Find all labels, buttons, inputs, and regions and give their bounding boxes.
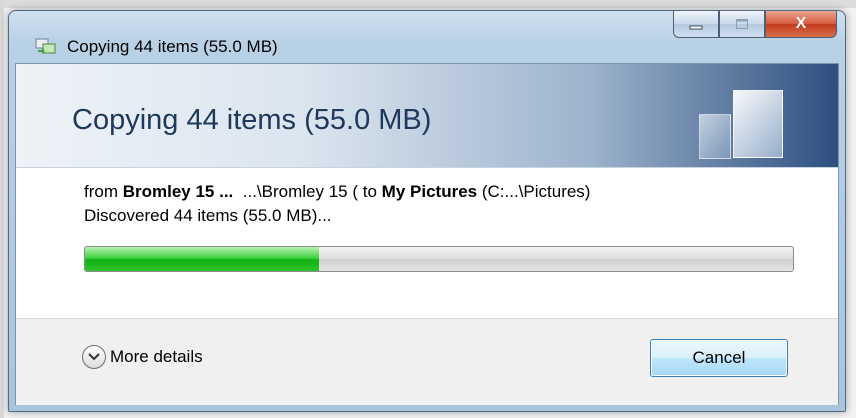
minimize-button[interactable]	[673, 11, 719, 38]
destination-path: (C:...\Pictures)	[481, 182, 591, 201]
source-name-link[interactable]: Bromley 15 ...	[123, 182, 234, 201]
progress-bar-fill	[85, 247, 319, 271]
close-icon: X	[795, 15, 807, 32]
close-button[interactable]: X	[765, 11, 837, 38]
to-word: to	[362, 182, 377, 201]
chevron-down-icon	[82, 345, 106, 369]
caption-buttons: X	[673, 11, 837, 39]
more-details-toggle[interactable]: More details	[82, 345, 203, 369]
minimize-icon	[689, 15, 703, 34]
dialog-client-area: Copying 44 items (55.0 MB) from Bromley …	[15, 63, 839, 405]
decorative-pane-small	[699, 114, 731, 159]
header-banner: Copying 44 items (55.0 MB)	[16, 64, 838, 168]
from-word: from	[84, 182, 118, 201]
destination-name-link[interactable]: My Pictures	[382, 182, 477, 201]
cancel-button[interactable]: Cancel	[650, 339, 788, 377]
maximize-icon	[735, 15, 749, 34]
maximize-button[interactable]	[719, 11, 765, 38]
source-path: ...\Bromley 15 (	[242, 182, 359, 201]
banner-title: Copying 44 items (55.0 MB)	[72, 104, 432, 136]
copy-route: from Bromley 15 ... ...\Bromley 15 ( to …	[84, 182, 590, 202]
more-details-label: More details	[110, 347, 203, 366]
progress-details: from Bromley 15 ... ...\Bromley 15 ( to …	[16, 168, 838, 318]
dialog-footer: More details Cancel	[16, 318, 838, 405]
background-edge	[0, 0, 4, 418]
window-title: Copying 44 items (55.0 MB)	[67, 37, 278, 56]
status-text: Discovered 44 items (55.0 MB)...	[84, 206, 332, 225]
progress-bar	[84, 246, 794, 272]
background-desktop	[0, 0, 856, 8]
decorative-pane-large	[733, 90, 783, 158]
copy-dialog: Copying 44 items (55.0 MB) X Copying 44 …	[8, 10, 846, 412]
title-bar[interactable]: Copying 44 items (55.0 MB) X	[9, 11, 845, 67]
copy-icon	[35, 37, 57, 55]
